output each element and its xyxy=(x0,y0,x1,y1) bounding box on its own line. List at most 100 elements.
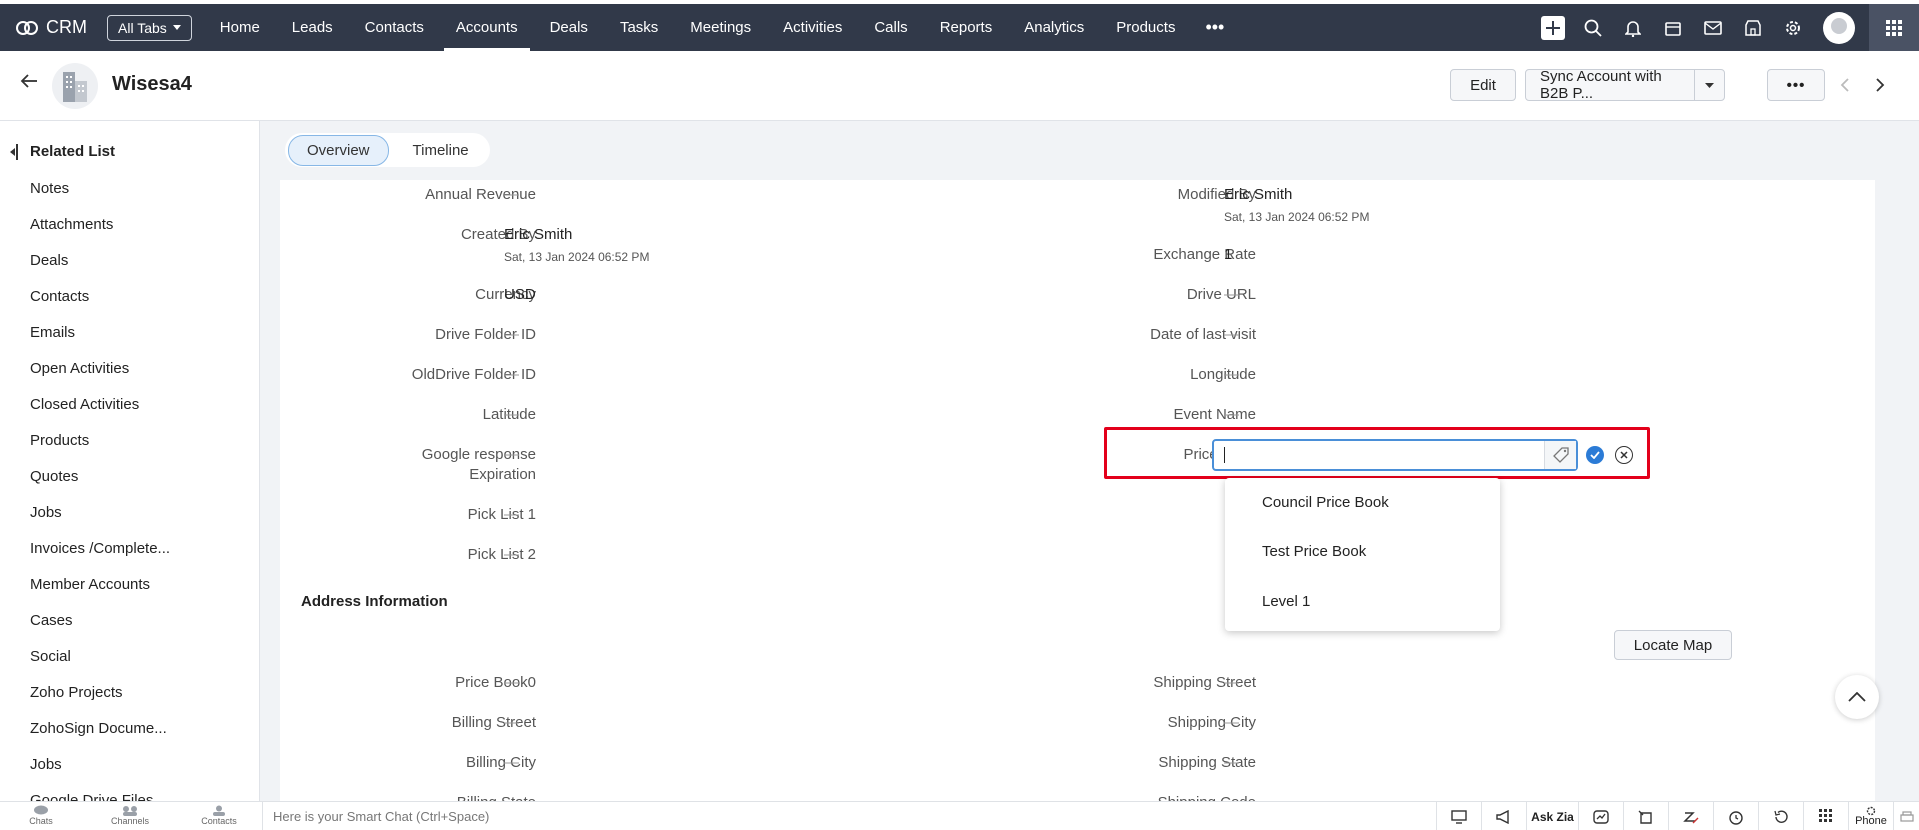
nav-tab-products[interactable]: Products xyxy=(1100,4,1191,51)
create-button[interactable] xyxy=(1533,4,1573,51)
nav-tab-accounts[interactable]: Accounts xyxy=(440,4,534,51)
chevron-down-icon[interactable] xyxy=(1694,70,1724,100)
channels-button[interactable]: Channels xyxy=(105,805,155,826)
sidebar-item-member-accounts[interactable]: Member Accounts xyxy=(30,576,170,612)
sidebar-item-quotes[interactable]: Quotes xyxy=(30,468,170,504)
field-value-date-of-last-visit[interactable]: — xyxy=(1224,325,1239,345)
megaphone-icon[interactable] xyxy=(1481,802,1526,830)
mail-icon[interactable] xyxy=(1693,4,1733,51)
sidebar-item-contacts[interactable]: Contacts xyxy=(30,288,170,324)
cancel-close-icon[interactable] xyxy=(1615,446,1633,464)
field-value-billing-city[interactable]: — xyxy=(504,753,519,773)
sidebar-item-open-activities[interactable]: Open Activities xyxy=(30,360,170,396)
sidebar-item-jobs[interactable]: Jobs xyxy=(30,504,170,540)
field-value-drive-url[interactable]: — xyxy=(1224,285,1239,305)
sidebar-item-social[interactable]: Social xyxy=(30,648,170,684)
all-tabs-button[interactable]: All Tabs xyxy=(107,14,192,41)
feeds-icon[interactable] xyxy=(1623,802,1668,830)
field-value-drive-folder-id[interactable]: — xyxy=(504,325,519,345)
chats-button[interactable]: Chats xyxy=(16,805,66,826)
save-check-icon[interactable] xyxy=(1586,446,1604,464)
locate-map-button[interactable]: Locate Map xyxy=(1614,630,1732,660)
sidebar-item-zohosign-documents[interactable]: ZohoSign Docume... xyxy=(30,720,170,756)
sidebar-item-closed-activities[interactable]: Closed Activities xyxy=(30,396,170,432)
search-icon[interactable] xyxy=(1573,4,1613,51)
avatar[interactable] xyxy=(1823,11,1855,44)
tab-overview[interactable]: Overview xyxy=(288,134,389,166)
sidebar-item-attachments[interactable]: Attachments xyxy=(30,216,170,252)
brand[interactable]: CRM xyxy=(16,17,87,38)
nav-tab-contacts[interactable]: Contacts xyxy=(349,4,440,51)
created-by-name[interactable]: Eric Smith xyxy=(504,226,572,243)
field-value-latitude[interactable]: — xyxy=(504,405,519,425)
modified-by-name[interactable]: Eric Smith xyxy=(1224,186,1292,203)
bell-icon[interactable] xyxy=(1613,4,1653,51)
calendar-icon[interactable] xyxy=(1653,4,1693,51)
nav-tab-tasks[interactable]: Tasks xyxy=(604,4,674,51)
zia-notes-icon[interactable] xyxy=(1668,802,1713,830)
sidebar-item-notes[interactable]: Notes xyxy=(30,180,170,216)
screen-share-icon[interactable] xyxy=(1436,802,1481,830)
sidebar-item-emails[interactable]: Emails xyxy=(30,324,170,360)
print-icon[interactable] xyxy=(1893,802,1919,830)
field-value-shipping-city[interactable]: — xyxy=(1224,713,1239,733)
field-value-olddrive-folder-id[interactable]: — xyxy=(504,365,519,385)
signals-icon[interactable] xyxy=(1578,802,1623,830)
sidebar-item-google-drive-files[interactable]: Google Drive Files xyxy=(30,792,170,801)
field-value-pick-list-1[interactable]: — xyxy=(504,505,519,525)
edit-button[interactable]: Edit xyxy=(1450,69,1516,101)
scroll-to-top-button[interactable] xyxy=(1835,675,1879,719)
field-value-pick-list-2[interactable]: — xyxy=(504,545,519,565)
sidebar-item-invoices[interactable]: Invoices /Complete... xyxy=(30,540,170,576)
dropdown-option-test-price-book[interactable]: Test Price Book xyxy=(1262,543,1366,560)
field-value-currency[interactable]: USD xyxy=(504,285,536,305)
phone-button[interactable]: Phone xyxy=(1848,802,1893,830)
history-icon[interactable] xyxy=(1758,802,1803,830)
sidebar-item-deals[interactable]: Deals xyxy=(30,252,170,288)
nav-tab-activities[interactable]: Activities xyxy=(767,4,858,51)
field-value-longitude[interactable]: — xyxy=(1224,365,1239,385)
alarm-clock-icon[interactable] xyxy=(1713,802,1758,830)
sidebar-item-cases[interactable]: Cases xyxy=(30,612,170,648)
sidebar-item-zoho-projects[interactable]: Zoho Projects xyxy=(30,684,170,720)
nav-tab-analytics[interactable]: Analytics xyxy=(1008,4,1100,51)
back-arrow-icon[interactable] xyxy=(20,73,38,93)
dropdown-option-level-1[interactable]: Level 1 xyxy=(1262,593,1310,610)
dropdown-option-council-price-book[interactable]: Council Price Book xyxy=(1262,494,1389,511)
nav-more-button[interactable]: ••• xyxy=(1191,4,1238,51)
next-record-icon[interactable] xyxy=(1875,77,1885,97)
field-value-shipping-state[interactable]: — xyxy=(1224,753,1239,773)
field-value-exchange-rate[interactable]: 1 xyxy=(1224,245,1232,265)
more-actions-button[interactable]: ••• xyxy=(1767,69,1825,101)
field-value-event-name[interactable]: — xyxy=(1224,405,1239,425)
apps-grid-icon[interactable] xyxy=(1869,4,1919,51)
price-tag-icon[interactable] xyxy=(1544,441,1576,469)
field-value-billing-state[interactable]: — xyxy=(504,793,519,801)
field-value-annual-revenue[interactable]: — xyxy=(504,185,519,205)
nav-tab-leads[interactable]: Leads xyxy=(276,4,349,51)
sidebar-item-jobs-2[interactable]: Jobs xyxy=(30,756,170,792)
nav-tab-deals[interactable]: Deals xyxy=(534,4,604,51)
vertical-scrollbar[interactable] xyxy=(1893,180,1919,801)
nav-tab-home[interactable]: Home xyxy=(204,4,276,51)
marketplace-icon[interactable] xyxy=(1733,4,1773,51)
ask-zia-button[interactable]: Ask Zia xyxy=(1526,802,1578,830)
sync-account-button[interactable]: Sync Account with B2B P... xyxy=(1525,68,1725,102)
field-value-shipping-code[interactable]: — xyxy=(1224,793,1239,801)
field-value-google-response-expiration[interactable]: — xyxy=(504,445,519,465)
nav-tab-meetings[interactable]: Meetings xyxy=(674,4,767,51)
price-book-input[interactable] xyxy=(1212,439,1578,471)
previous-record-icon[interactable] xyxy=(1840,77,1850,97)
field-value-shipping-street[interactable]: — xyxy=(1224,673,1239,693)
nav-tab-reports[interactable]: Reports xyxy=(924,4,1009,51)
contacts-button[interactable]: Contacts xyxy=(194,805,244,826)
related-list-header[interactable]: Related List xyxy=(10,143,115,160)
sidebar-item-products[interactable]: Products xyxy=(30,432,170,468)
tab-timeline[interactable]: Timeline xyxy=(395,136,487,165)
nav-tab-calls[interactable]: Calls xyxy=(858,4,923,51)
dialpad-icon[interactable] xyxy=(1803,802,1848,830)
field-value-billing-street[interactable]: — xyxy=(504,713,519,733)
field-value-price-book0[interactable]: — xyxy=(504,673,519,693)
gear-icon[interactable] xyxy=(1773,4,1813,51)
smart-chat-input[interactable]: Here is your Smart Chat (Ctrl+Space) xyxy=(262,802,489,830)
